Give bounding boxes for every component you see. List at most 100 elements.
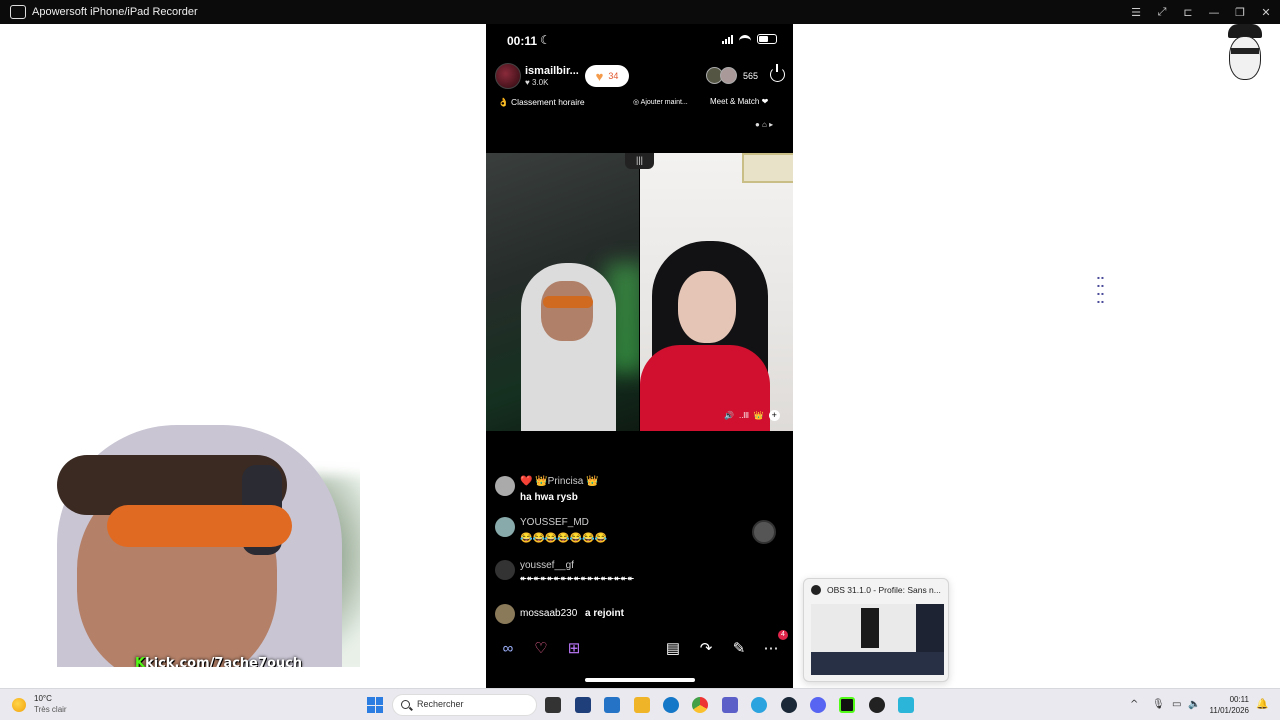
- chat-username-text: 👑Princisa 👑: [535, 476, 599, 487]
- title-bar: Apowersoft iPhone/iPad Recorder ☰ ⤢ ⊏ — …: [0, 0, 1280, 24]
- folder-icon[interactable]: [634, 697, 650, 713]
- phone-screen: 00:11 ☾ ismailbir... ♥ 3.0K ♥ 34 565 👌 C…: [486, 24, 793, 688]
- chat-username[interactable]: mossaab230: [520, 608, 577, 619]
- search-placeholder: Rechercher: [417, 699, 464, 709]
- cartoon-avatar: [1224, 24, 1266, 88]
- status-icons: [722, 34, 777, 44]
- bottom-toolbar: ∞ ♡ ⊞ ▤ ↷ ✎ ⋯: [496, 639, 786, 661]
- add-now[interactable]: ◎ Ajouter maint...: [633, 98, 688, 106]
- weather-condition[interactable]: Très clair: [34, 705, 67, 714]
- wifi-icon: [739, 34, 751, 44]
- clock-date: 11/01/2026: [1209, 706, 1249, 715]
- steam-icon[interactable]: [781, 697, 797, 713]
- taskbar: 10°C Très clair Rechercher ^ 🎙 ▭ 🔈 00:11…: [0, 688, 1280, 720]
- host-name[interactable]: ismailbir...: [525, 65, 579, 77]
- hourly-ranking[interactable]: 👌 Classement horaire: [498, 97, 585, 108]
- power-icon[interactable]: [770, 64, 785, 82]
- chat-username[interactable]: ❤️ 👑Princisa 👑: [520, 476, 598, 487]
- mic-icon[interactable]: 🎙: [1152, 699, 1165, 710]
- gift-count: 34: [608, 71, 619, 81]
- speaker-icon[interactable]: 🔊: [724, 411, 734, 420]
- host-likes: ♥ 3.0K: [525, 78, 549, 87]
- right-camera: [640, 153, 793, 431]
- chat-avatar[interactable]: [495, 604, 515, 624]
- obs-icon: [811, 585, 821, 595]
- grid-icon[interactable]: ⊞: [564, 639, 584, 659]
- minimize-icon[interactable]: —: [1208, 6, 1220, 19]
- obs-thumbnail[interactable]: [811, 604, 944, 675]
- meet-match-label: Meet & Match: [710, 97, 760, 106]
- meet-match[interactable]: Meet & Match ❤: [710, 97, 768, 106]
- weather-temp[interactable]: 10°C: [34, 694, 52, 703]
- volume-icon[interactable]: 🔈: [1188, 699, 1200, 710]
- film-icon[interactable]: ▤: [663, 639, 683, 659]
- infinity-icon[interactable]: ∞: [498, 639, 518, 659]
- pin-icon[interactable]: ⊏: [1182, 6, 1194, 19]
- edge-icon[interactable]: [663, 697, 679, 713]
- more-arrow-icon[interactable]: ● ⌂ ▸: [755, 120, 773, 129]
- weather-icon[interactable]: [12, 698, 26, 712]
- chevron-up-icon[interactable]: ^: [1130, 699, 1138, 710]
- chat-prefix: ❤️: [520, 476, 533, 487]
- add-now-label: Ajouter maint...: [640, 99, 688, 106]
- floating-button[interactable]: [752, 520, 776, 544]
- teams-icon[interactable]: [722, 697, 738, 713]
- expand-icon[interactable]: ⤢: [1156, 5, 1168, 19]
- more-icon[interactable]: ⋯: [761, 639, 781, 659]
- kick-icon: K: [135, 656, 146, 667]
- kick-app-icon[interactable]: [839, 697, 855, 713]
- chat-username[interactable]: youssef__gf: [520, 560, 574, 571]
- notification-icon[interactable]: 🔔: [1256, 699, 1268, 710]
- outlook-icon[interactable]: [604, 697, 620, 713]
- chat-text: ha hwa rysb: [520, 492, 578, 503]
- crown-icon: 👑: [753, 411, 764, 420]
- telegram-icon[interactable]: [751, 697, 767, 713]
- hearts-icon[interactable]: ♡: [531, 639, 551, 659]
- audio-bars-icon[interactable]: |||: [625, 153, 654, 169]
- list-icon[interactable]: ☰: [1130, 6, 1142, 19]
- clock-time: 00:11: [1229, 695, 1249, 704]
- plus-icon[interactable]: +: [768, 410, 780, 421]
- viewers[interactable]: 565: [706, 67, 758, 84]
- chrome-icon[interactable]: [692, 697, 708, 713]
- clock[interactable]: 00:11 11/01/2026: [1203, 694, 1249, 716]
- left-camera: [486, 153, 639, 431]
- guest-controls: 🔊 ..lll 👑 +: [724, 410, 780, 421]
- chat-text: ↞↞↞↞↞↞↞↞↞↞↞↞↞↞↞↞↞: [520, 574, 634, 583]
- chat-avatar[interactable]: [495, 560, 515, 580]
- close-icon[interactable]: ✕: [1260, 6, 1272, 19]
- home-indicator: [585, 678, 695, 682]
- host-avatar[interactable]: [495, 63, 521, 89]
- share-icon[interactable]: ↷: [696, 639, 716, 659]
- restore-icon[interactable]: ❐: [1234, 6, 1246, 19]
- status-time: 00:11: [507, 34, 538, 48]
- hourly-ranking-label: Classement horaire: [510, 97, 585, 107]
- kick-link-text: kick.com/7ache7ouch: [145, 656, 303, 667]
- obs-preview-popup[interactable]: OBS 31.1.0 - Profile: Sans n...: [803, 578, 949, 682]
- viewer-count: 565: [743, 70, 759, 81]
- chat-avatar[interactable]: [495, 476, 515, 496]
- magic-icon[interactable]: ✎: [729, 639, 749, 659]
- discord-icon[interactable]: [810, 697, 826, 713]
- chat-username[interactable]: YOUSSEF_MD: [520, 517, 589, 528]
- gift-button[interactable]: ♥ 34: [585, 65, 629, 87]
- app-icon: [10, 5, 26, 19]
- signal-icon: [722, 34, 733, 44]
- webcam-overlay: Kkick.com/7ache7ouch: [57, 425, 360, 667]
- ranking-row: 👌 Classement horaire ◎ Ajouter maint... …: [498, 97, 788, 111]
- app-icon[interactable]: [575, 697, 591, 713]
- moon-icon: ☾: [540, 33, 551, 47]
- network-icon[interactable]: ▭: [1172, 699, 1181, 710]
- start-icon[interactable]: [367, 697, 383, 713]
- battle-view: ||| 🔊 ..lll 👑 +: [486, 153, 793, 431]
- host-row: ismailbir... ♥ 3.0K ♥ 34 565: [495, 63, 785, 91]
- search-input[interactable]: Rechercher: [392, 694, 537, 716]
- recorder-icon[interactable]: [898, 697, 914, 713]
- heart-icon: ♥: [595, 68, 604, 84]
- battery-icon: [757, 34, 777, 44]
- chat-avatar[interactable]: [495, 517, 515, 537]
- level-icon: ..lll: [738, 411, 749, 420]
- task-view-icon[interactable]: [545, 697, 561, 713]
- mini-overlay-list: ▪ ▪ ▪ ▪ ▪ ▪ ▪ ▪: [1097, 275, 1104, 304]
- obs-taskbar-icon[interactable]: [869, 697, 885, 713]
